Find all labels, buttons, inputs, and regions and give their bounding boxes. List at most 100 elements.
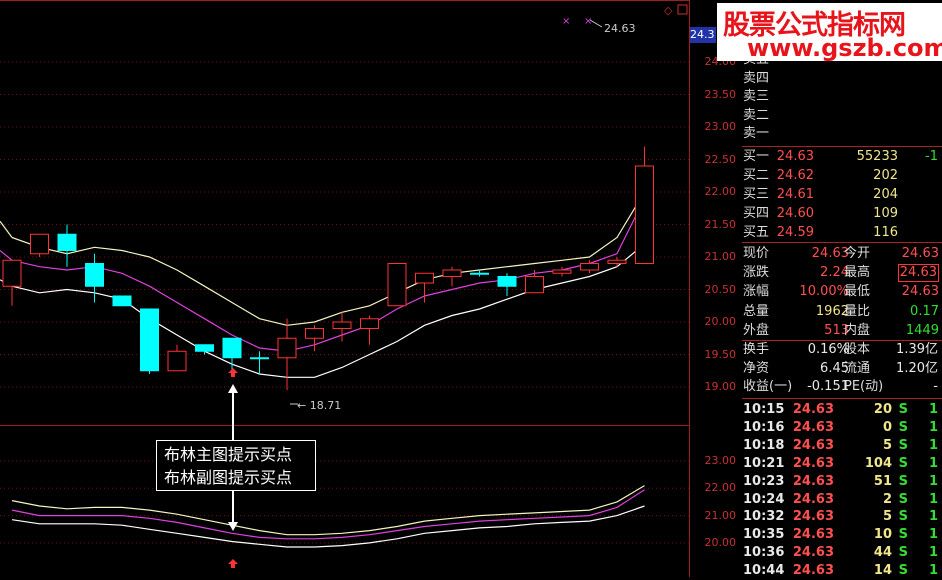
finance-label: 收益(一) — [743, 379, 793, 394]
finance-value: 0.16% — [807, 342, 849, 357]
sell-level-label: 卖一 — [743, 126, 770, 141]
candle-body — [607, 259, 627, 264]
candle-body — [222, 337, 242, 359]
sell-level-row: 卖二 — [742, 107, 942, 125]
diamond-icon: ◇ — [664, 4, 673, 17]
candle-body — [30, 233, 49, 255]
axis-tick-label: 21.50 — [704, 217, 737, 231]
quote-value: 0.17 — [910, 303, 939, 319]
low-price-label: ← 18.71 — [297, 399, 341, 412]
marker-x: × — [562, 16, 570, 27]
tick-count: 1 — [928, 419, 938, 435]
quote-label: 现价 — [743, 246, 770, 261]
window-icon — [677, 4, 688, 15]
buy-level-row: 买五 24.59 116 — [742, 224, 942, 242]
finance-label: 股本 — [844, 342, 871, 357]
tick-time: 10:21 — [743, 455, 785, 471]
tick-time: 10:23 — [743, 473, 785, 489]
sell-level-row: 卖三 — [742, 88, 942, 106]
quote-label: 涨跌 — [743, 265, 770, 281]
candle-body — [497, 276, 517, 287]
quote-label: 外盘 — [743, 322, 770, 338]
finance-value: - — [933, 379, 938, 394]
tick-direction: S — [898, 527, 908, 543]
sell-level-label: 卖四 — [743, 70, 770, 86]
quote-panel: 卖五卖四卖三卖二卖一买一24.6355233-1买二24.62202买三24.6… — [742, 0, 942, 580]
annotation-line-1: 布林主图提示买点 — [164, 445, 293, 464]
tick-count: 1 — [928, 455, 938, 471]
finance-row: 收益(一) -0.151 PE(动) - — [742, 378, 942, 396]
quote-label: 总量 — [743, 303, 770, 319]
quote-value: 24.63 — [901, 284, 939, 300]
tick-direction: S — [898, 437, 908, 453]
finance-label: PE(动) — [844, 379, 884, 394]
quote-value-highlight: 24.63 — [897, 264, 939, 283]
candle-body — [195, 344, 214, 352]
tick-volume: 0 — [882, 419, 892, 435]
tick-row: 10:24 24.63 2 S 1 — [742, 491, 942, 509]
axis-tick-label: 19.50 — [704, 347, 737, 361]
tick-volume: 5 — [882, 509, 892, 525]
tick-price: 24.63 — [792, 509, 834, 525]
tick-price: 24.63 — [792, 545, 834, 561]
tick-row: 10:23 24.63 51 S 1 — [742, 473, 942, 491]
tick-time: 10:32 — [743, 509, 785, 525]
candle-body — [360, 318, 379, 329]
tick-price: 24.63 — [792, 455, 834, 471]
marker-x: × — [584, 16, 592, 27]
boll-mid-line — [11, 198, 646, 352]
axis-tick-label: 23.50 — [704, 87, 737, 101]
axis-tick-label: 21.00 — [704, 250, 737, 263]
buy-level-label: 买三 — [743, 187, 770, 202]
sub-axis-tick-label: 22.00 — [704, 481, 737, 495]
buy-level-price: 24.63 — [776, 149, 814, 164]
candle-body — [442, 269, 462, 277]
candle-body — [525, 276, 544, 294]
boll-lower-line — [11, 243, 645, 378]
kline-chart[interactable]: ← 18.71 24.63 × × ◇ — [0, 0, 690, 577]
axis-tick-label: 20.50 — [704, 282, 737, 296]
candle-body — [57, 233, 77, 251]
candle-body — [140, 308, 159, 372]
quote-label: 涨幅 — [743, 284, 770, 300]
axis-tick-label: 22.00 — [704, 185, 737, 198]
quote-row: 现价 24.63 今开 24.63 — [742, 245, 942, 263]
sub-axis-tick-label: 21.00 — [704, 508, 737, 522]
axis-tick-label: 22.50 — [704, 152, 737, 166]
candle-body — [305, 328, 324, 339]
finance-label: 流通 — [844, 360, 871, 376]
price-axis: 24.00 23.50 23.00 22.50 22.00 21.50 21.00 20.50… — [690, 0, 742, 577]
quote-label: 今开 — [844, 246, 871, 261]
buy-level-label: 买四 — [743, 206, 770, 221]
quote-label: 最高 — [844, 265, 871, 281]
boll-upper-lead — [0, 220, 13, 238]
tick-direction: S — [898, 455, 908, 471]
candle-body — [332, 321, 352, 329]
candle-body — [470, 272, 489, 275]
candle-body — [112, 295, 132, 307]
tick-count: 1 — [928, 509, 938, 525]
buy-level-price: 24.60 — [776, 206, 814, 221]
axis-tick-label: 23.00 — [704, 120, 737, 133]
boll-mid-lead — [0, 250, 13, 261]
buy-level-price: 24.61 — [776, 187, 814, 202]
tick-time: 10:16 — [743, 419, 785, 435]
tick-count: 1 — [928, 491, 938, 507]
tick-count: 1 — [928, 437, 938, 453]
buy-level-label: 买一 — [743, 149, 770, 164]
candle-body — [635, 165, 654, 264]
finance-value: 1.20亿 — [896, 360, 938, 376]
buy-level-volume: 116 — [873, 225, 898, 240]
tick-volume: 2 — [882, 491, 892, 507]
tick-direction: S — [898, 419, 908, 435]
tick-row: 10:35 24.63 10 S 1 — [742, 526, 942, 544]
quote-label: 内盘 — [844, 322, 871, 338]
tick-row: 10:44 24.63 14 S 1 — [742, 562, 942, 580]
finance-value: 1.39亿 — [896, 342, 938, 357]
tick-volume: 44 — [873, 545, 892, 561]
candles-group — [2, 146, 654, 391]
candle-body — [250, 357, 269, 360]
candle-body — [387, 263, 407, 307]
sub-mid-line — [11, 489, 645, 540]
tick-price: 24.63 — [792, 491, 834, 507]
